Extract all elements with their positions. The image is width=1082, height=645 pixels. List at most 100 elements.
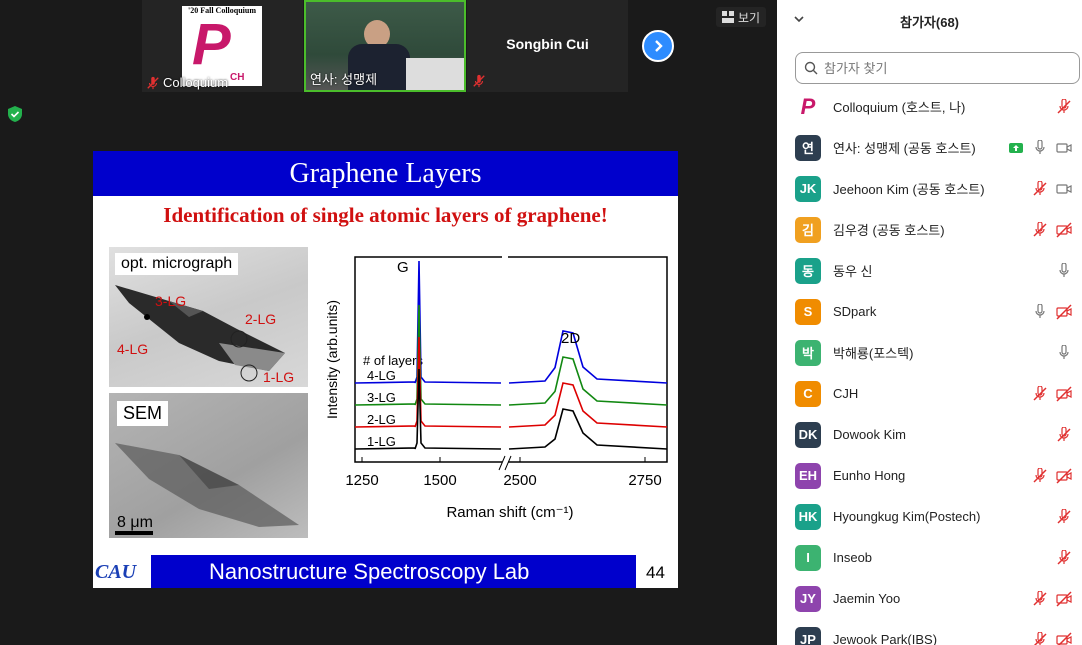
avatar: JP bbox=[795, 626, 821, 645]
security-shield-icon[interactable] bbox=[8, 106, 22, 122]
participant-row[interactable]: 연 연사: 성맹제 (공동 호스트) bbox=[777, 127, 1082, 168]
grid-icon bbox=[722, 11, 734, 23]
view-button[interactable]: 보기 bbox=[716, 7, 767, 27]
panel-title: 참가자(68) bbox=[900, 15, 959, 30]
participant-row[interactable]: JP Jewook Park(IBS) bbox=[777, 619, 1082, 645]
raman-chart: 1250 1500 2500 2750 Raman shift (cm⁻¹) Intens… bbox=[324, 255, 668, 521]
mic-off-icon[interactable] bbox=[1032, 590, 1048, 607]
view-button-label: 보기 bbox=[738, 10, 761, 25]
participant-status-icons bbox=[1032, 221, 1072, 238]
meeting-controls-area bbox=[0, 588, 777, 645]
peak-label-g: G bbox=[397, 259, 409, 276]
mic-off-icon[interactable] bbox=[1032, 385, 1048, 402]
participant-name: Jeehoon Kim (공동 호스트) bbox=[833, 182, 985, 197]
participant-name: Dowook Kim bbox=[833, 427, 906, 442]
legend-title: # of layers bbox=[363, 353, 423, 368]
thumbnail-name: 연사: 성맹제 bbox=[310, 72, 378, 87]
mic-off-icon bbox=[473, 74, 485, 88]
video-thumbnail-songbin[interactable]: Songbin Cui bbox=[467, 0, 628, 92]
participant-row[interactable]: 김 김우경 (공동 호스트) bbox=[777, 209, 1082, 250]
participant-name: Jewook Park(IBS) bbox=[833, 632, 938, 645]
x-tick-label: 1250 bbox=[345, 472, 378, 489]
participant-name: CJH bbox=[833, 386, 859, 401]
participant-row[interactable]: JY Jaemin Yoo bbox=[777, 578, 1082, 619]
participant-row[interactable]: EH Eunho Hong bbox=[777, 455, 1082, 496]
search-input[interactable] bbox=[824, 60, 1054, 76]
video-icon[interactable] bbox=[1056, 181, 1072, 197]
avatar: 연 bbox=[795, 134, 821, 161]
participant-row[interactable]: P Colloquium (호스트, 나) bbox=[777, 86, 1082, 127]
mic-icon[interactable] bbox=[1032, 139, 1048, 156]
scale-bar bbox=[115, 531, 153, 535]
x-tick-label: 2500 bbox=[503, 472, 536, 489]
series-line-2d bbox=[508, 330, 668, 384]
mic-off-icon[interactable] bbox=[1056, 549, 1072, 566]
participant-row[interactable]: JK Jeehoon Kim (공동 호스트) bbox=[777, 168, 1082, 209]
mic-off-icon[interactable] bbox=[1032, 631, 1048, 645]
video-thumbnail-colloquium[interactable]: '20 Fall Colloquium P CH Colloquium bbox=[142, 0, 303, 92]
mic-icon[interactable] bbox=[1056, 344, 1072, 361]
participant-status-icons bbox=[1056, 426, 1072, 443]
layer-label-1lg: 1-LG bbox=[263, 369, 295, 385]
video-off-icon[interactable] bbox=[1056, 221, 1072, 238]
participant-status-icons bbox=[1032, 303, 1072, 320]
cau-logo: CAU bbox=[95, 561, 137, 583]
video-off-icon[interactable] bbox=[1056, 590, 1072, 607]
participant-row[interactable]: 동 동우 신 bbox=[777, 250, 1082, 291]
video-thumbnail-speaker[interactable]: 연사: 성맹제 bbox=[304, 0, 466, 92]
avatar: 박 bbox=[795, 339, 821, 366]
mic-off-icon[interactable] bbox=[1056, 508, 1072, 525]
participant-search[interactable] bbox=[795, 52, 1080, 84]
participant-status-icons bbox=[1056, 508, 1072, 525]
avatar: HK bbox=[795, 503, 821, 530]
slide-footer: Nanostructure Spectroscopy Lab bbox=[151, 555, 636, 588]
participant-name: Songbin Cui bbox=[506, 36, 589, 52]
next-page-button[interactable] bbox=[642, 30, 674, 62]
avatar: 동 bbox=[795, 257, 821, 284]
logo-sub: CH bbox=[230, 72, 245, 83]
micrograph-label: opt. micrograph bbox=[115, 253, 239, 275]
participant-name: 박해룡(포스텍) bbox=[833, 346, 914, 361]
participant-row[interactable]: DK Dowook Kim bbox=[777, 414, 1082, 455]
participant-status-icons bbox=[1032, 631, 1072, 645]
participant-row[interactable]: HK Hyoungkug Kim(Postech) bbox=[777, 496, 1082, 537]
avatar: S bbox=[795, 298, 821, 325]
mic-off-icon[interactable] bbox=[1056, 98, 1072, 115]
search-icon bbox=[804, 61, 818, 75]
mic-off-icon[interactable] bbox=[1032, 180, 1048, 197]
video-off-icon[interactable] bbox=[1056, 385, 1072, 402]
mic-icon[interactable] bbox=[1056, 262, 1072, 279]
participant-row[interactable]: 박 박해룡(포스텍) bbox=[777, 332, 1082, 373]
participant-status-icons bbox=[1056, 549, 1072, 566]
participant-row[interactable]: S SDpark bbox=[777, 291, 1082, 332]
video-icon[interactable] bbox=[1056, 140, 1072, 156]
participant-status-icons bbox=[1032, 590, 1072, 607]
desk bbox=[406, 58, 464, 90]
avatar: EH bbox=[795, 462, 821, 489]
participant-name: 김우경 (공동 호스트) bbox=[833, 223, 945, 238]
avatar: DK bbox=[795, 421, 821, 448]
participant-name: Jaemin Yoo bbox=[833, 591, 901, 606]
scale-label: 8 μm bbox=[117, 514, 153, 531]
thumbnail-label: 연사: 성맹제 bbox=[310, 69, 377, 88]
video-off-icon[interactable] bbox=[1056, 467, 1072, 484]
thumbnail-name: Colloquium bbox=[163, 75, 229, 90]
layer-label-4lg: 4-LG bbox=[117, 341, 149, 357]
video-off-icon[interactable] bbox=[1056, 303, 1072, 320]
participants-panel: 참가자(68) P Colloquium (호스트, 나) 연 연사: 성맹제 (공동… bbox=[777, 0, 1082, 645]
peak-label-2d: 2D bbox=[561, 330, 580, 347]
video-off-icon[interactable] bbox=[1056, 631, 1072, 645]
avatar: I bbox=[795, 544, 821, 571]
x-tick-label: 2750 bbox=[628, 472, 661, 489]
series-label: 2-LG bbox=[367, 412, 396, 427]
participant-row[interactable]: I Inseob bbox=[777, 537, 1082, 578]
mic-off-icon[interactable] bbox=[1032, 221, 1048, 238]
participant-row[interactable]: C CJH bbox=[777, 373, 1082, 414]
participant-name: SDpark bbox=[833, 304, 877, 319]
sem-image: SEM 8 μm bbox=[109, 393, 308, 538]
mic-icon[interactable] bbox=[1032, 303, 1048, 320]
mic-off-icon[interactable] bbox=[1056, 426, 1072, 443]
participant-status-icons bbox=[1056, 98, 1072, 115]
mic-off-icon[interactable] bbox=[1032, 467, 1048, 484]
slide-subtitle: Identification of single atomic layers o… bbox=[163, 203, 608, 227]
